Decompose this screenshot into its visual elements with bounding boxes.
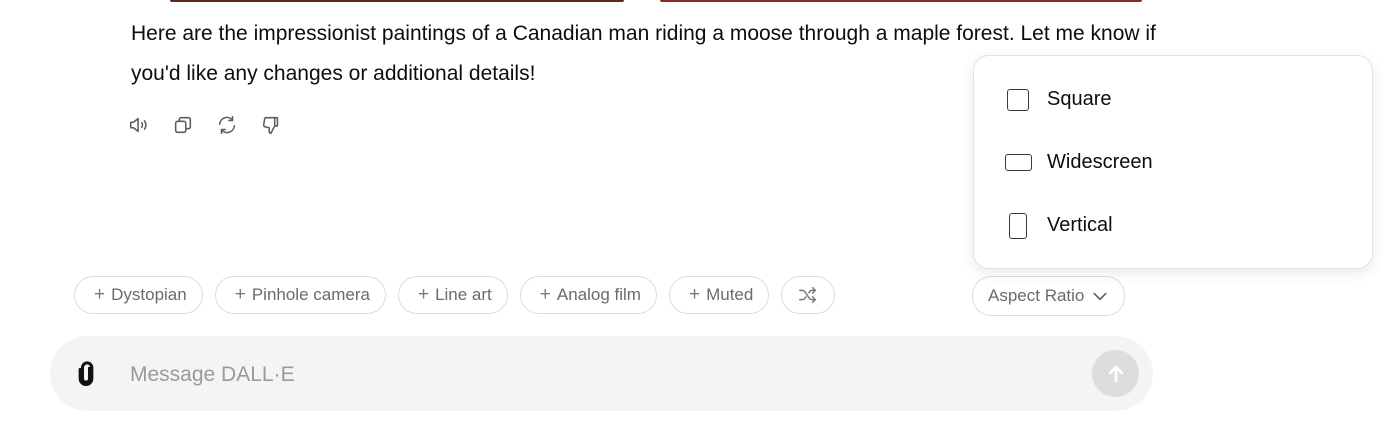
style-suggestions: + Dystopian + Pinhole camera + Line art + An… — [74, 276, 836, 314]
chip-dystopian[interactable]: + Dystopian — [74, 276, 203, 314]
chip-pinhole-camera[interactable]: + Pinhole camera — [214, 276, 386, 314]
plus-icon: + — [234, 284, 246, 305]
attach-button[interactable] — [72, 360, 100, 388]
chip-label: Dystopian — [111, 285, 187, 304]
chip-muted[interactable]: + Muted — [668, 276, 770, 314]
plus-icon: + — [688, 284, 701, 305]
paperclip-icon — [78, 361, 94, 386]
menu-item-label: Square — [1047, 88, 1112, 110]
aspect-ratio-button[interactable]: Aspect Ratio — [972, 276, 1126, 316]
message-composer — [50, 336, 1153, 411]
message-actions — [127, 113, 283, 137]
square-icon — [1004, 88, 1032, 111]
chip-label: Pinhole camera — [251, 285, 370, 304]
aspect-ratio-label: Aspect Ratio — [988, 286, 1085, 305]
widescreen-icon — [1004, 154, 1032, 171]
menu-item-label: Widescreen — [1047, 151, 1153, 173]
arrow-up-icon — [1108, 365, 1123, 382]
chip-label: Line art — [435, 285, 492, 304]
plus-icon: + — [94, 284, 106, 305]
menu-item-label: Vertical — [1047, 214, 1113, 236]
thumbs-down-icon — [262, 116, 279, 135]
message-input[interactable] — [128, 354, 1032, 396]
generated-image-left-edge[interactable] — [170, 0, 624, 2]
send-button[interactable] — [1092, 350, 1139, 397]
aspect-ratio-menu: Square Widescreen Vertical — [973, 55, 1373, 269]
read-aloud-button[interactable] — [127, 113, 151, 137]
plus-icon: + — [539, 284, 551, 305]
shuffle-icon — [799, 286, 817, 304]
generated-image-right-edge[interactable] — [660, 0, 1142, 2]
chip-label: Muted — [706, 285, 754, 304]
vertical-icon — [1004, 212, 1032, 239]
copy-button[interactable] — [171, 113, 195, 137]
chip-analog-film[interactable]: + Analog film — [519, 276, 657, 314]
chip-line-art[interactable]: + Line art — [397, 276, 508, 314]
menu-item-widescreen[interactable]: Widescreen — [974, 131, 1372, 194]
shuffle-button[interactable] — [781, 276, 836, 314]
plus-icon: + — [417, 284, 430, 305]
menu-item-vertical[interactable]: Vertical — [974, 194, 1372, 257]
refresh-icon — [218, 115, 236, 135]
bad-response-button[interactable] — [259, 113, 283, 137]
chevron-down-icon — [1093, 292, 1107, 301]
speaker-icon — [129, 117, 147, 133]
chip-label: Analog film — [556, 285, 641, 304]
copy-icon — [174, 116, 192, 134]
menu-item-square[interactable]: Square — [974, 68, 1372, 131]
regenerate-button[interactable] — [215, 113, 239, 137]
